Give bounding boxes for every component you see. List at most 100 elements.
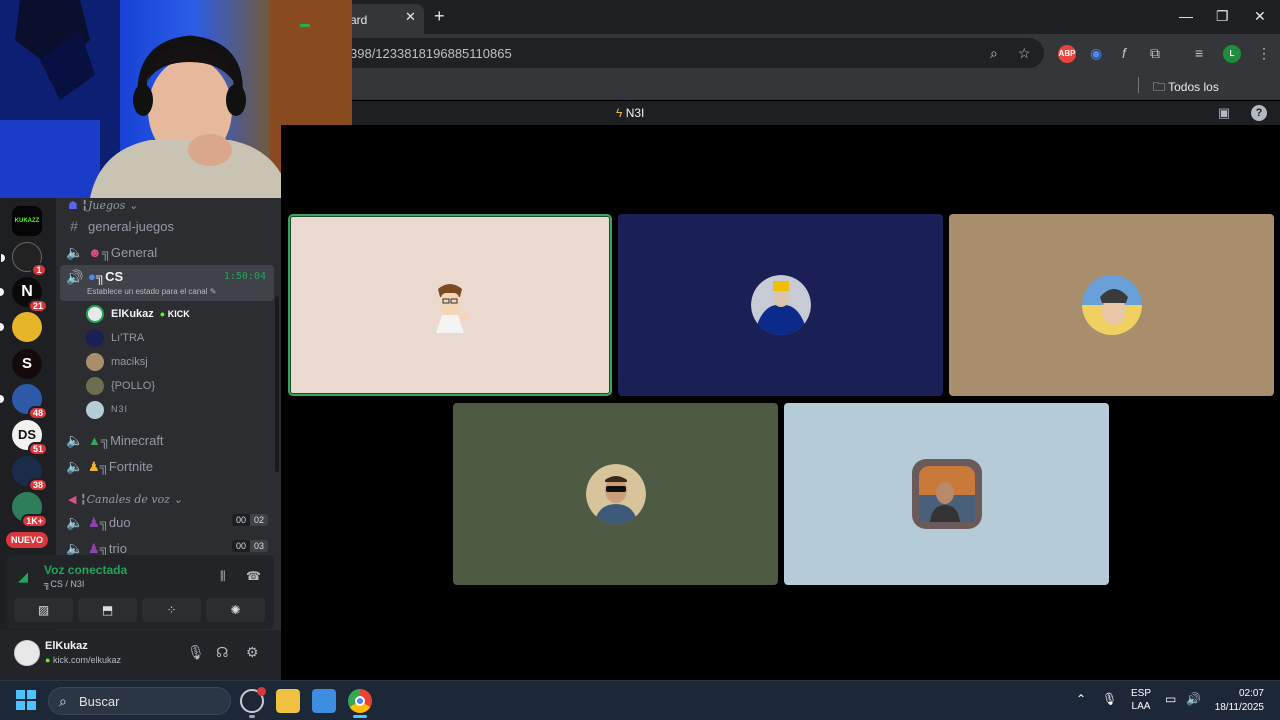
minimize-button[interactable]: —	[1179, 8, 1193, 24]
microphone-icon[interactable]: 🎙	[187, 644, 205, 661]
channel-cs[interactable]: 🔊 ●╗CS 1:50:04 Establece un estado para …	[60, 265, 274, 301]
profile-avatar[interactable]: L	[1223, 45, 1241, 63]
media-controls-icon[interactable]: ≡	[1195, 45, 1203, 61]
user-name[interactable]: ElKukaz	[45, 640, 88, 652]
tab-close-icon[interactable]: ✕	[405, 9, 416, 25]
category-canales-de-voz[interactable]: ◀ ╏Canales de voz ⌄	[68, 493, 183, 506]
tray-network-icon[interactable]: ▭	[1165, 692, 1176, 706]
soundboard-button[interactable]: ✺	[206, 598, 265, 622]
file-explorer-icon[interactable]	[276, 689, 300, 713]
zoom-search-icon[interactable]: ⌕	[990, 45, 998, 62]
adblock-extension-icon[interactable]: ABP	[1058, 45, 1076, 63]
server-kukazz[interactable]: KUKAZZ	[12, 206, 42, 236]
new-tab-button[interactable]: +	[434, 6, 445, 27]
maximize-button[interactable]: ❐	[1216, 8, 1229, 25]
participant-tile[interactable]	[949, 214, 1274, 396]
f-extension-icon[interactable]: f	[1122, 45, 1126, 61]
language-indicator[interactable]: ESP LAA	[1131, 687, 1151, 713]
tray-overflow-icon[interactable]: ⌃	[1076, 692, 1086, 706]
settings-gear-icon[interactable]: ⚙	[246, 644, 259, 661]
browser-menu-icon[interactable]: ⋮	[1257, 45, 1271, 62]
extensions-puzzle-icon[interactable]: ⧉	[1150, 45, 1160, 62]
unread-pill	[1, 254, 5, 262]
disconnect-icon[interactable]: ☎	[246, 569, 261, 583]
headphones-icon[interactable]: ☊	[216, 644, 228, 661]
participant-avatar	[585, 464, 646, 524]
active-indicator	[353, 715, 367, 718]
user-status: ● kick.com/elkukaz	[45, 655, 121, 665]
speaker-icon: 🔈	[66, 514, 84, 530]
unread-pill	[0, 288, 4, 296]
taskbar-clock[interactable]: 02:07 18/11/2025	[1208, 687, 1264, 715]
screen-share-icon: ⬒	[101, 603, 114, 617]
channel-timer: 1:50:04	[223, 271, 266, 282]
camera-off-icon: ▨	[37, 603, 50, 617]
server-blue[interactable]: 48	[0, 384, 48, 420]
windows-taskbar: ⌕ Buscar ⌃ 🎙 ESP LAA ▭ 🔊 02:07 18/11/2025	[0, 680, 1280, 720]
user-avatar[interactable]	[14, 640, 40, 666]
signal-icon[interactable]: ◢	[18, 569, 28, 585]
bookmark-star-icon[interactable]: ☆	[1018, 45, 1031, 62]
category-juegos[interactable]: ☗ ╏Juegos ⌄	[68, 199, 138, 212]
channel-status[interactable]: Establece un estado para el canal ✎	[87, 287, 216, 296]
kick-badge: ● KICK	[159, 309, 190, 319]
server-dark[interactable]: 38	[12, 456, 48, 492]
voice-stage	[281, 125, 1280, 680]
new-badge[interactable]: NUEVO	[6, 532, 48, 548]
tray-volume-icon[interactable]: 🔊	[1186, 692, 1201, 706]
activities-button[interactable]: ⁘	[142, 598, 201, 622]
mention-badge: 51	[27, 442, 48, 456]
mention-badge: 1	[31, 263, 47, 277]
sidebar-scrollbar[interactable]	[275, 296, 279, 472]
address-url: 398/1233818196885110865	[350, 46, 512, 61]
mention-badge: 21	[27, 299, 48, 313]
speaker-active-icon: 🔊	[66, 269, 84, 285]
address-bar[interactable]: 398/1233818196885110865	[330, 38, 1044, 68]
noise-suppression-icon[interactable]: ⫼	[220, 569, 226, 584]
participant-avatar	[911, 459, 982, 529]
discord-taskbar-icon[interactable]	[240, 687, 266, 713]
server-n[interactable]: N 21	[0, 277, 48, 313]
screen-share-button[interactable]: ⬒	[78, 598, 137, 622]
wave-extension-icon[interactable]: ◉	[1090, 45, 1102, 62]
bookmarks-divider	[1138, 77, 1139, 93]
help-icon[interactable]: ?	[1251, 105, 1267, 121]
inbox-icon[interactable]: ▣	[1216, 105, 1232, 121]
participant-tile[interactable]	[618, 214, 943, 396]
avatar	[86, 401, 104, 419]
avatar	[86, 353, 104, 371]
soundboard-icon: ✺	[230, 603, 241, 617]
participant-avatar	[436, 284, 468, 333]
channel-minecraft[interactable]: 🔈 ▲╗Minecraft	[60, 428, 274, 452]
start-button[interactable]	[16, 690, 36, 710]
participant-tile[interactable]	[288, 214, 612, 396]
chrome-taskbar-icon[interactable]	[348, 689, 372, 713]
server-s[interactable]: S	[12, 349, 42, 379]
channel-general[interactable]: 🔈 ☻╗General	[60, 240, 274, 264]
channel-general-juegos[interactable]: # general-juegos	[60, 214, 274, 238]
server-yellow[interactable]	[0, 312, 42, 342]
server-ds[interactable]: DS 51	[12, 420, 48, 456]
channel-duo[interactable]: 🔈 ♟╗duo 00 02	[60, 510, 274, 534]
channel-fortnite[interactable]: 🔈 ♟╗Fortnite	[60, 454, 274, 478]
participant-tile[interactable]	[453, 403, 778, 585]
speaker-icon: 🔈	[66, 244, 84, 260]
server-green[interactable]: 1K+	[12, 492, 48, 528]
mention-badge: 38	[27, 478, 48, 492]
voice-status-title[interactable]: Voz conectada	[44, 563, 127, 577]
tray-microphone-icon[interactable]: 🎙	[1102, 692, 1117, 706]
photos-app-icon[interactable]	[312, 689, 336, 713]
close-window-button[interactable]: ✕	[1254, 8, 1266, 25]
voice-connected-panel: ◢ Voz conectada ╗CS / N3I ⫼ ☎ ▨ ⬒ ⁘ ✺	[6, 555, 274, 629]
participant-tile[interactable]	[784, 403, 1109, 585]
mention-badge: 48	[27, 406, 48, 420]
user-count: 00 02	[231, 514, 268, 528]
voice-channel-title: ϟ N3I	[616, 106, 645, 120]
running-indicator	[249, 715, 255, 718]
tab-title: ard	[350, 13, 368, 27]
speaker-icon: 🔈	[66, 458, 84, 474]
participant-avatar	[750, 275, 811, 335]
camera-off-button[interactable]: ▨	[14, 598, 73, 622]
server-cube[interactable]: 1	[1, 242, 47, 277]
taskbar-search[interactable]: ⌕ Buscar	[48, 687, 231, 715]
